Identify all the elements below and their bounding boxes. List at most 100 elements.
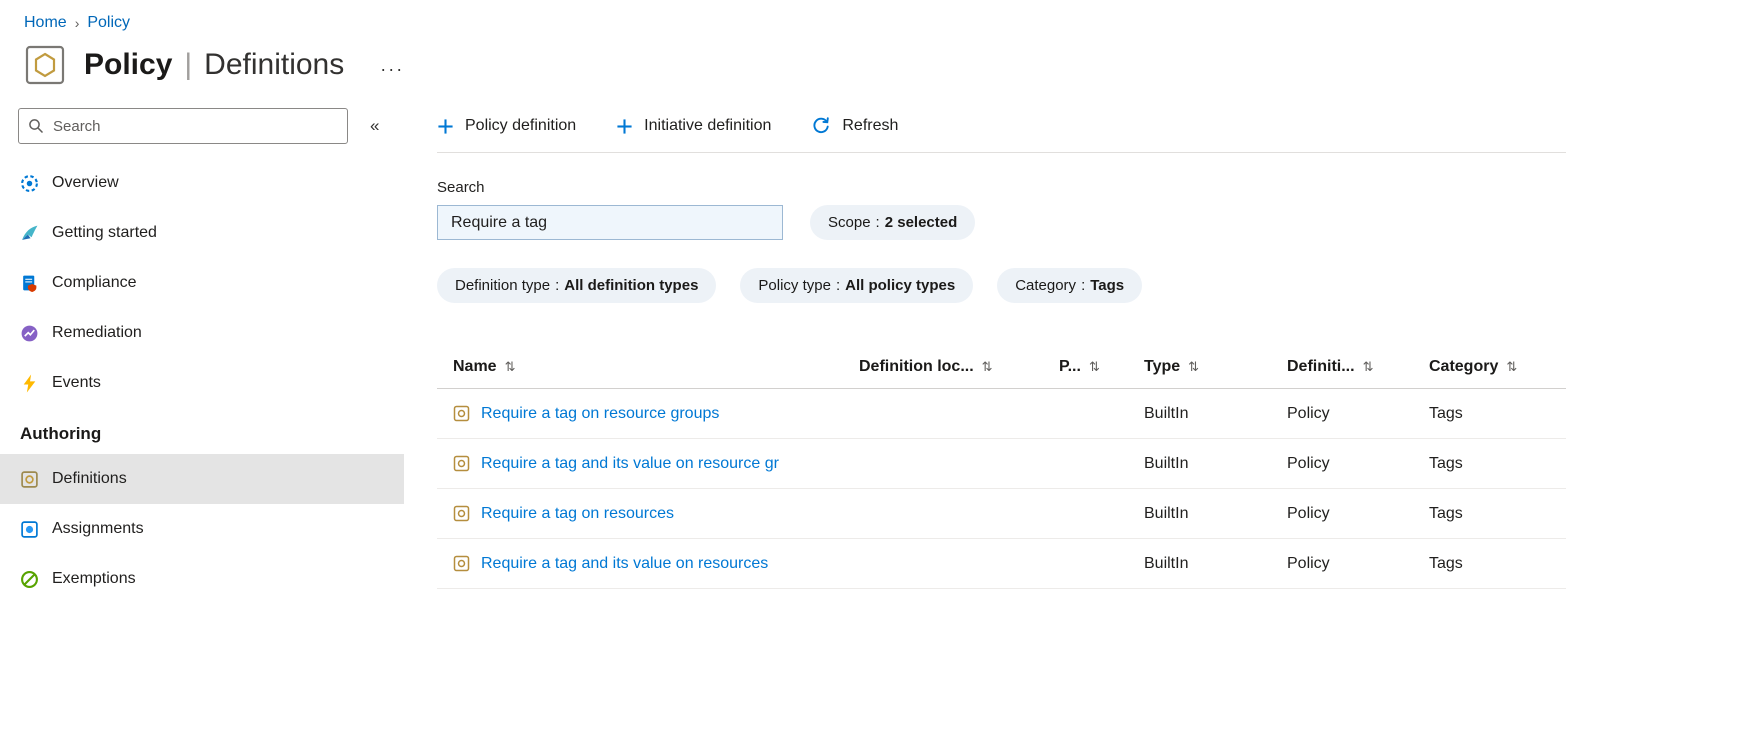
plus-icon xyxy=(617,118,632,134)
more-options-button[interactable]: ··· xyxy=(380,52,404,78)
column-header-type[interactable]: Type ⇅ xyxy=(1144,358,1287,376)
overview-icon xyxy=(21,174,38,192)
search-icon xyxy=(29,119,44,134)
category-cell: Tags xyxy=(1429,504,1463,522)
pill-value: 2 selected xyxy=(884,214,958,231)
definition-link[interactable]: Require a tag on resource groups xyxy=(481,405,719,423)
name-cell: Require a tag and its value on resources xyxy=(437,555,859,573)
type-cell: BuiltIn xyxy=(1144,554,1189,572)
definition-link[interactable]: Require a tag on resources xyxy=(481,505,674,523)
sidebar-item-remediation[interactable]: Remediation xyxy=(0,308,404,358)
filter-row-1: Scope : 2 selected xyxy=(437,205,1566,240)
filter-pill-category[interactable]: Category : Tags xyxy=(997,268,1143,303)
sort-icon: ⇅ xyxy=(1362,358,1374,374)
type-cell: BuiltIn xyxy=(1144,454,1189,472)
column-header-category[interactable]: Category ⇅ xyxy=(1429,358,1566,376)
search-label: Search xyxy=(437,179,485,196)
column-label: Type xyxy=(1144,357,1181,375)
pill-separator: : xyxy=(555,277,560,294)
filter-pill-scope[interactable]: Scope : 2 selected xyxy=(810,205,976,240)
sidebar-item-label: Definitions xyxy=(52,470,127,487)
pill-name: Scope xyxy=(828,214,871,231)
sidebar-item-events[interactable]: Events xyxy=(0,358,404,408)
pill-separator: : xyxy=(875,214,880,231)
column-header-definition-location[interactable]: Definition loc... ⇅ xyxy=(859,358,1059,376)
definition-search-box[interactable] xyxy=(437,205,783,240)
page-title-main: Policy xyxy=(84,48,173,81)
pill-name: Definition type xyxy=(455,277,551,294)
definition-link[interactable]: Require a tag and its value on resource … xyxy=(481,455,779,473)
sidebar-item-exemptions[interactable]: Exemptions xyxy=(0,554,404,604)
type-cell: BuiltIn xyxy=(1144,504,1189,522)
definitions-icon xyxy=(21,470,38,488)
sidebar-item-label: Exemptions xyxy=(52,570,136,587)
name-cell: Require a tag on resources xyxy=(437,505,859,523)
category-cell: Tags xyxy=(1429,404,1463,422)
page-title-divider: | xyxy=(184,48,193,81)
pill-value: All definition types xyxy=(564,277,699,294)
sort-icon: ⇅ xyxy=(1188,358,1200,374)
pill-separator: : xyxy=(1081,277,1086,294)
initiative-definition-label: Initiative definition xyxy=(644,117,772,134)
title-bar: Policy | Definitions ··· xyxy=(0,32,1742,86)
page-layout: « Overview Getting started xyxy=(0,108,1742,693)
definition-type-cell: Policy xyxy=(1287,404,1330,422)
compliance-icon xyxy=(23,275,37,292)
getting-started-icon xyxy=(22,225,38,240)
definition-search-input[interactable] xyxy=(449,212,771,233)
sidebar-search-row: « xyxy=(0,108,404,144)
category-cell: Tags xyxy=(1429,454,1463,472)
refresh-icon xyxy=(813,117,830,134)
sidebar-search-box[interactable] xyxy=(18,108,348,144)
sidebar-item-compliance[interactable]: Compliance xyxy=(0,258,404,308)
policy-definition-icon xyxy=(453,555,470,572)
sidebar-item-getting-started[interactable]: Getting started xyxy=(0,208,404,258)
refresh-button[interactable]: Refresh xyxy=(811,116,898,136)
table-row[interactable]: Require a tag on resources BuiltIn Polic… xyxy=(437,489,1566,539)
breadcrumb-policy-link[interactable]: Policy xyxy=(87,14,130,32)
definition-link[interactable]: Require a tag and its value on resources xyxy=(481,555,768,573)
initiative-definition-button[interactable]: Initiative definition xyxy=(616,117,771,135)
sidebar: « Overview Getting started xyxy=(0,108,404,693)
table-header-row: Name ⇅ Definition loc... ⇅ P... ⇅ Type ⇅… xyxy=(437,345,1566,389)
sort-icon: ⇅ xyxy=(504,358,516,374)
column-header-p[interactable]: P... ⇅ xyxy=(1059,358,1144,376)
table-row[interactable]: Require a tag and its value on resource … xyxy=(437,439,1566,489)
table-row[interactable]: Require a tag on resource groups BuiltIn… xyxy=(437,389,1566,439)
column-header-definition-type[interactable]: Definiti... ⇅ xyxy=(1287,358,1429,376)
sidebar-item-definitions[interactable]: Definitions xyxy=(0,454,404,504)
filter-pill-policy-type[interactable]: Policy type : All policy types xyxy=(740,268,974,303)
sidebar-collapse-button[interactable]: « xyxy=(364,115,385,137)
assignments-icon xyxy=(21,520,38,538)
sort-icon: ⇅ xyxy=(1506,358,1518,374)
column-label: Name xyxy=(453,357,497,375)
sidebar-item-overview[interactable]: Overview xyxy=(0,158,404,208)
plus-icon xyxy=(438,118,453,134)
page-title: Policy | Definitions xyxy=(84,48,344,82)
filter-pill-definition-type[interactable]: Definition type : All definition types xyxy=(437,268,717,303)
sidebar-item-label: Assignments xyxy=(52,520,144,537)
column-label: Category xyxy=(1429,357,1499,375)
category-cell: Tags xyxy=(1429,554,1463,572)
command-bar: Policy definition Initiative definition … xyxy=(437,108,1566,144)
pill-value: Tags xyxy=(1090,277,1125,294)
toolbar-divider xyxy=(437,152,1566,153)
sort-icon: ⇅ xyxy=(981,358,993,374)
name-cell: Require a tag on resource groups xyxy=(437,405,859,423)
policy-definition-button[interactable]: Policy definition xyxy=(437,117,576,135)
table-row[interactable]: Require a tag and its value on resources… xyxy=(437,539,1566,589)
definition-type-cell: Policy xyxy=(1287,454,1330,472)
sidebar-item-label: Remediation xyxy=(52,324,142,341)
events-icon xyxy=(23,374,36,392)
sidebar-nav: Overview Getting started Compliance Reme… xyxy=(0,158,404,604)
breadcrumb-home-link[interactable]: Home xyxy=(24,14,67,32)
breadcrumb-separator: › xyxy=(74,15,80,31)
column-header-name[interactable]: Name ⇅ xyxy=(437,358,859,376)
filter-row-2: Definition type : All definition types P… xyxy=(437,268,1566,303)
sidebar-item-assignments[interactable]: Assignments xyxy=(0,504,404,554)
sidebar-search-input[interactable] xyxy=(51,116,338,136)
definition-type-cell: Policy xyxy=(1287,504,1330,522)
sidebar-item-label: Getting started xyxy=(52,224,157,241)
page-title-subtitle: Definitions xyxy=(204,48,345,81)
definition-type-cell: Policy xyxy=(1287,554,1330,572)
